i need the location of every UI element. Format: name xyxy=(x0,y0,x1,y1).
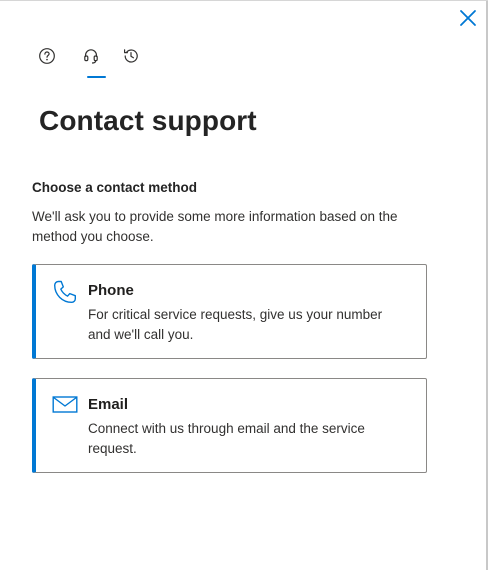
page-title: Contact support xyxy=(39,105,257,136)
support-tabbar xyxy=(35,45,161,81)
tab-history[interactable] xyxy=(119,45,161,79)
tab-contact-support[interactable] xyxy=(77,45,119,79)
phone-icon xyxy=(54,280,76,303)
mail-icon xyxy=(52,396,78,413)
email-option-card[interactable]: Email Connect with us through email and … xyxy=(32,378,427,473)
phone-option-card[interactable]: Phone For critical service requests, giv… xyxy=(32,264,427,359)
email-option-description: Connect with us through email and the se… xyxy=(88,421,365,456)
contact-method-heading: Choose a contact method xyxy=(32,180,198,195)
phone-option-title: Phone xyxy=(88,282,134,299)
contact-support-panel: Contact support Choose a contact method … xyxy=(0,0,488,570)
phone-option-description: For critical service requests, give us y… xyxy=(88,307,383,342)
help-icon xyxy=(39,48,55,64)
contact-method-description: We'll ask you to provide some more infor… xyxy=(32,209,398,244)
close-button[interactable] xyxy=(457,7,479,29)
email-option-title: Email xyxy=(88,396,129,413)
tab-help[interactable] xyxy=(35,45,77,79)
close-icon xyxy=(460,10,476,26)
history-icon xyxy=(124,49,138,63)
headset-icon xyxy=(84,49,98,64)
